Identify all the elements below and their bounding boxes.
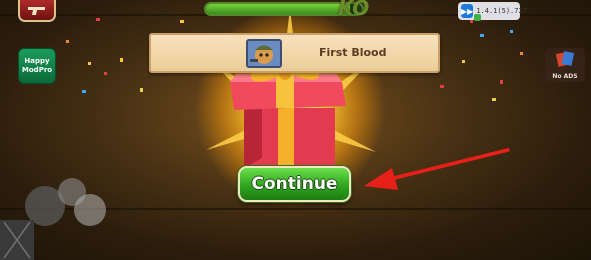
red-arrow-icon [364, 148, 510, 190]
